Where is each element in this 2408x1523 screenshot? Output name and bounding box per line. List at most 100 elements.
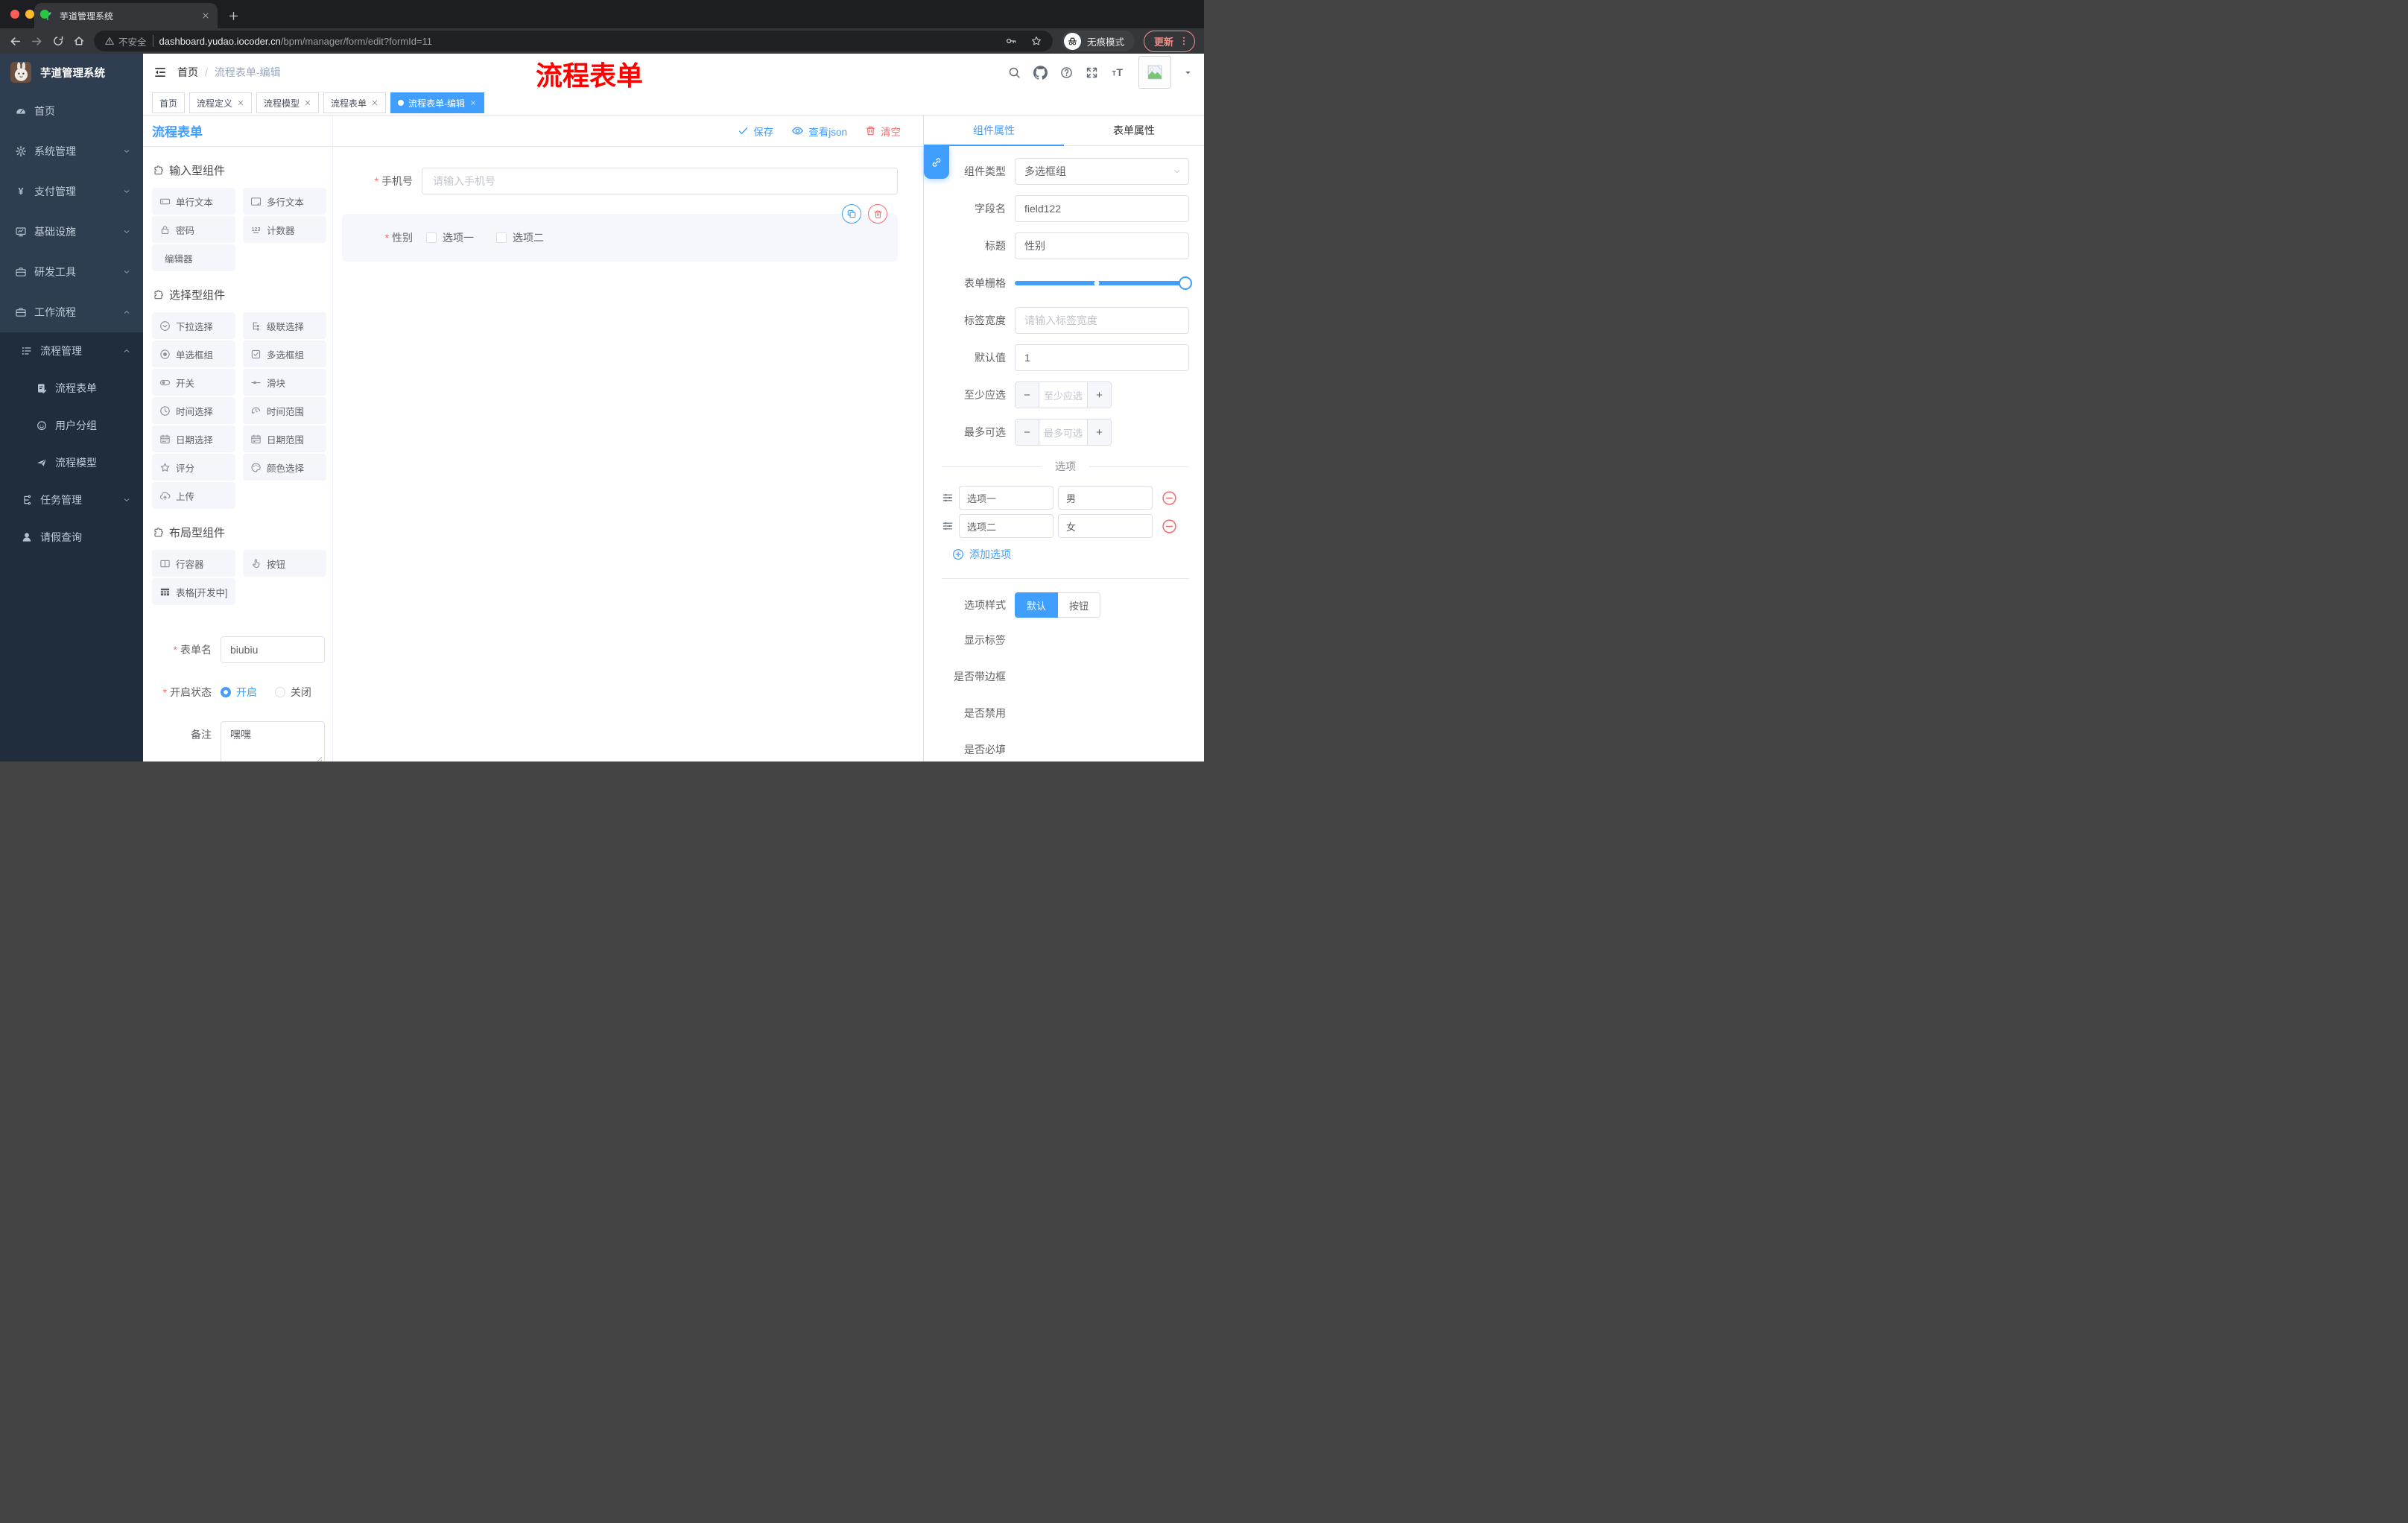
sidebar-item-infrastructure[interactable]: 基础设施 [0, 212, 143, 252]
status-on-radio[interactable]: 开启 [221, 679, 257, 706]
increase-button[interactable]: + [1087, 382, 1111, 408]
component-checkbox-group[interactable]: 多选框组 [243, 341, 326, 367]
sidebar-item-process-mgmt[interactable]: 流程管理 [0, 332, 143, 370]
breadcrumb-home[interactable]: 首页 [177, 65, 198, 80]
drag-handle-icon[interactable] [942, 520, 954, 532]
add-option-button[interactable]: 添加选项 [952, 547, 1189, 562]
default-value-input[interactable] [1015, 344, 1189, 371]
tag-process-definition[interactable]: 流程定义 [189, 92, 253, 113]
slider-handle[interactable] [1179, 276, 1192, 290]
max-select-value[interactable]: 最多可选 [1039, 419, 1087, 445]
close-icon[interactable] [469, 99, 477, 107]
decrease-button[interactable]: − [1016, 382, 1039, 408]
component-single-line-text[interactable]: 单行文本 [152, 188, 235, 215]
style-button-radio[interactable]: 按钮 [1058, 592, 1101, 618]
sidebar-item-workflow[interactable]: 工作流程 [0, 292, 143, 332]
phone-input[interactable] [422, 168, 898, 194]
sidebar-item-user-group[interactable]: 用户分组 [0, 407, 143, 444]
phone-field[interactable]: 手机号 [342, 168, 898, 194]
delete-field-button[interactable] [868, 204, 887, 224]
close-tab-icon[interactable] [201, 11, 210, 20]
tag-process-model[interactable]: 流程模型 [256, 92, 320, 113]
github-icon[interactable] [1033, 65, 1048, 80]
security-warning[interactable]: 不安全 [104, 34, 147, 48]
url-field[interactable]: 不安全 dashboard.yudao.iocoder.cn/bpm/manag… [94, 31, 1053, 51]
gender-option2-checkbox[interactable]: 选项二 [496, 224, 544, 251]
component-row-container[interactable]: 行容器 [152, 550, 235, 577]
tab-component-props[interactable]: 组件属性 [924, 115, 1064, 146]
style-default-radio[interactable]: 默认 [1015, 592, 1059, 618]
app-logo[interactable]: 芋道管理系统 [0, 54, 143, 91]
duplicate-field-button[interactable] [842, 204, 861, 224]
increase-button[interactable]: + [1087, 419, 1111, 445]
tab-form-props[interactable]: 表单属性 [1064, 115, 1204, 145]
sidebar-item-process-form[interactable]: 流程表单 [0, 370, 143, 407]
min-select-value[interactable]: 至少应选 [1039, 382, 1087, 408]
reload-icon[interactable] [52, 35, 64, 47]
component-upload[interactable]: 上传 [152, 482, 235, 509]
drag-handle-icon[interactable] [942, 492, 954, 504]
component-date-picker[interactable]: 日期选择 [152, 425, 235, 452]
tag-home[interactable]: 首页 [152, 92, 186, 113]
sidebar-item-task-mgmt[interactable]: 任务管理 [0, 481, 143, 519]
field-name-input[interactable] [1015, 195, 1189, 222]
sidebar-item-dev-tools[interactable]: 研发工具 [0, 252, 143, 292]
sidebar-item-leave-query[interactable]: 请假查询 [0, 519, 143, 556]
component-type-select[interactable]: 多选框组 [1015, 158, 1189, 185]
gender-option1-checkbox[interactable]: 选项一 [426, 224, 474, 251]
status-off-radio[interactable]: 关闭 [274, 679, 311, 706]
maximize-window-button[interactable] [40, 10, 49, 19]
label-width-input[interactable] [1015, 307, 1189, 334]
view-json-button[interactable]: 查看json [791, 124, 847, 139]
sidebar-item-process-model[interactable]: 流程模型 [0, 444, 143, 481]
bookmark-star-icon[interactable] [1030, 35, 1042, 47]
new-tab-button[interactable] [224, 6, 243, 25]
component-multi-line-text[interactable]: 多行文本 [243, 188, 326, 215]
component-time-range[interactable]: 时间范围 [243, 397, 326, 424]
search-icon[interactable] [1008, 66, 1021, 79]
clear-button[interactable]: 清空 [865, 124, 901, 139]
panel-handle[interactable] [924, 146, 949, 179]
minimize-window-button[interactable] [25, 10, 34, 19]
decrease-button[interactable]: − [1016, 419, 1039, 445]
sidebar-item-payment-mgmt[interactable]: ¥ 支付管理 [0, 171, 143, 212]
back-icon[interactable] [9, 35, 22, 48]
component-button[interactable]: 按钮 [243, 550, 326, 577]
close-icon[interactable] [371, 99, 378, 107]
option-1-value-input[interactable] [1058, 486, 1153, 510]
component-slider[interactable]: 滑块 [243, 369, 326, 396]
tag-process-form[interactable]: 流程表单 [323, 92, 387, 113]
help-icon[interactable] [1060, 66, 1073, 79]
component-password[interactable]: 密码 [152, 216, 235, 243]
component-cascader[interactable]: 级联选择 [243, 312, 326, 339]
fullscreen-icon[interactable] [1086, 66, 1098, 79]
tag-process-form-edit[interactable]: 流程表单-编辑 [390, 92, 485, 113]
component-counter[interactable]: 123 计数器 [243, 216, 326, 243]
sidebar-item-system-mgmt[interactable]: 系统管理 [0, 131, 143, 171]
forward-icon[interactable] [31, 35, 43, 48]
component-date-range[interactable]: 日期范围 [243, 425, 326, 452]
save-button[interactable]: 保存 [738, 124, 773, 139]
component-color-picker[interactable]: 颜色选择 [243, 454, 326, 481]
password-key-icon[interactable] [1005, 35, 1017, 47]
remove-option-icon[interactable] [1162, 519, 1177, 534]
close-window-button[interactable] [10, 10, 19, 19]
remark-textarea[interactable] [221, 721, 325, 762]
close-icon[interactable] [304, 99, 311, 107]
option-1-label-input[interactable] [959, 486, 1054, 510]
sidebar-item-home[interactable]: 首页 [0, 91, 143, 131]
user-menu-caret-icon[interactable] [1184, 69, 1192, 77]
component-time-picker[interactable]: 时间选择 [152, 397, 235, 424]
browser-tab[interactable]: 芋道管理系统 [34, 3, 218, 28]
component-table-dev[interactable]: 表格[开发中] [152, 578, 235, 605]
gender-field-selected[interactable]: 性别 选项一 选项二 [342, 204, 898, 262]
browser-menu-icon[interactable] [1179, 36, 1189, 46]
remove-option-icon[interactable] [1162, 490, 1177, 506]
form-name-input[interactable] [221, 636, 325, 663]
home-icon[interactable] [73, 35, 85, 47]
avatar[interactable] [1138, 56, 1171, 89]
component-editor[interactable]: 编辑器 [152, 244, 235, 271]
title-input[interactable] [1015, 232, 1189, 259]
component-switch[interactable]: 开关 [152, 369, 235, 396]
component-radio-group[interactable]: 单选框组 [152, 341, 235, 367]
